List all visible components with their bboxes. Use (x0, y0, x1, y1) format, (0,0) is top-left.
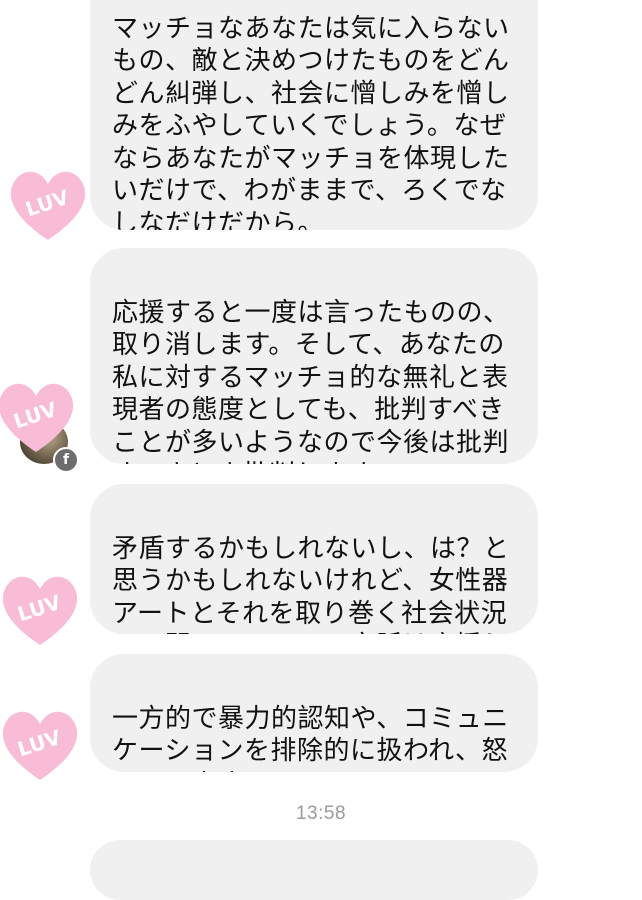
message-bubble[interactable]: 応援すると一度は言ったものの、取り消します。そして、あなたの私に対するマッチョ的… (90, 248, 538, 464)
message-text: マッチョなあなたは気に入らないもの、敵と決めつけたものをどんどん糾弾し、社会に憎… (112, 13, 510, 231)
sender-avatar[interactable]: LUV (0, 565, 84, 653)
heart-luv-sticker-icon: LUV (2, 576, 78, 645)
message-bubble[interactable] (90, 840, 538, 900)
heart-luv-sticker-icon: LUV (10, 171, 86, 240)
message-thread: マッチョなあなたは気に入らないもの、敵と決めつけたものをどんどん糾弾し、社会に憎… (0, 0, 642, 900)
message-timestamp: 13:58 (295, 803, 347, 824)
sender-avatar[interactable]: LUV (0, 700, 84, 788)
message-text: 応援すると一度は言ったものの、取り消します。そして、あなたの私に対するマッチョ的… (112, 297, 510, 465)
message-text: 一方的で暴力的認知や、コミュニケーションを排除的に扱われ、怒っています。 (112, 703, 509, 773)
message-bubble[interactable]: マッチョなあなたは気に入らないもの、敵と決めつけたものをどんどん糾弾し、社会に憎… (90, 0, 538, 230)
message-bubble[interactable]: 矛盾するかもしれないし、は？と思うかもしれないけれど、女性器アートとそれを取り巻… (90, 484, 538, 634)
sender-avatar[interactable]: LUV (4, 160, 92, 248)
message-bubble[interactable]: 一方的で暴力的認知や、コミュニケーションを排除的に扱われ、怒っています。 (90, 654, 538, 772)
facebook-badge-icon: f (53, 447, 79, 473)
heart-luv-sticker-icon: LUV (2, 711, 78, 780)
message-text: 矛盾するかもしれないし、は？と思うかもしれないけれど、女性器アートとそれを取り巻… (112, 533, 510, 635)
